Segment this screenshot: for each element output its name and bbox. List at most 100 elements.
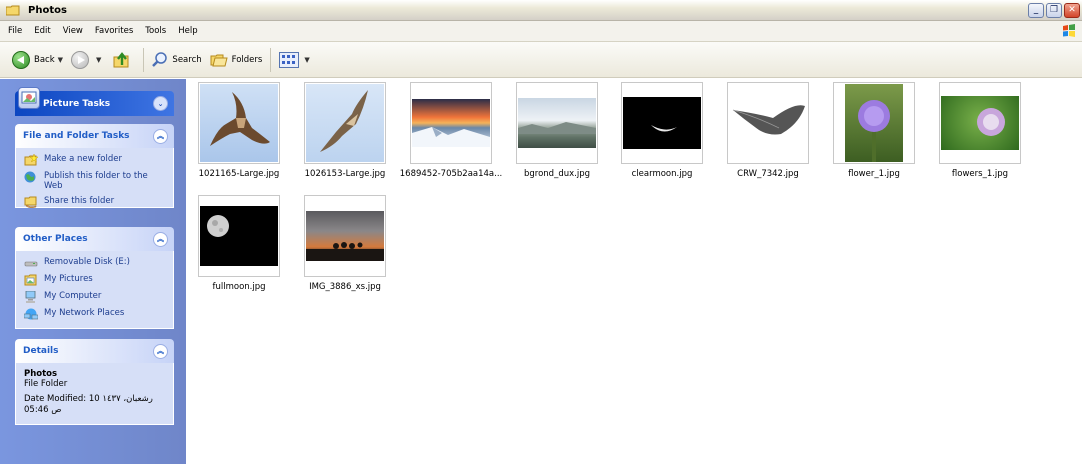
file-name: bgrond_dux.jpg — [524, 169, 590, 179]
file-folder-tasks-header[interactable]: File and Folder Tasks ︽ — [15, 124, 174, 148]
details-panel: Details ︽ Photos File Folder Date Modifi… — [15, 339, 174, 425]
file-name: flowers_1.jpg — [951, 169, 1009, 179]
menu-edit[interactable]: Edit — [28, 26, 56, 36]
picture-tasks-header[interactable]: Picture Tasks ⌄ — [15, 87, 174, 116]
file-name: CRW_7342.jpg — [737, 169, 799, 179]
views-button[interactable]: ▼ — [275, 47, 313, 73]
task-share-folder[interactable]: Share this folder — [24, 196, 167, 209]
my-computer-icon — [24, 290, 38, 303]
file-item[interactable]: CRW_7342.jpg — [727, 82, 809, 179]
menu-favorites[interactable]: Favorites — [89, 26, 139, 36]
collapse-chevron-icon[interactable]: ︽ — [153, 231, 168, 247]
file-item[interactable]: fullmoon.jpg — [198, 195, 280, 292]
picture-tasks-icon — [18, 87, 40, 109]
file-item[interactable]: 1021165-Large.jpg — [198, 82, 280, 179]
file-name: fullmoon.jpg — [212, 282, 266, 292]
task-publish-folder[interactable]: Publish this folder to the Web — [24, 171, 167, 191]
back-label: Back — [34, 54, 55, 65]
views-dropdown-icon[interactable]: ▼ — [304, 56, 309, 64]
file-item[interactable]: 1689452-705b2aa14a... — [400, 82, 502, 179]
task-make-new-folder[interactable]: Make a new folder — [24, 153, 167, 166]
task-label: Make a new folder — [44, 154, 122, 164]
details-header[interactable]: Details ︽ — [15, 339, 174, 363]
thumbnail-frame — [727, 82, 809, 164]
file-item[interactable]: flowers_1.jpg — [939, 82, 1021, 179]
search-icon — [152, 51, 168, 68]
file-folder-tasks-body: Make a new folder Publish this folder to… — [15, 148, 174, 209]
expand-chevron-icon[interactable]: ⌄ — [153, 96, 168, 111]
title-bar[interactable]: Photos _ ❐ ✕ — [0, 0, 1082, 21]
search-label: Search — [172, 54, 202, 65]
file-item[interactable]: clearmoon.jpg — [621, 82, 703, 179]
place-label: My Computer — [44, 291, 102, 301]
close-button[interactable]: ✕ — [1064, 3, 1080, 18]
feather-thumbnail — [729, 84, 807, 162]
place-label: Removable Disk (E:) — [44, 257, 130, 267]
collapse-chevron-icon[interactable]: ︽ — [153, 128, 168, 144]
thumbnail-frame — [516, 82, 598, 164]
details-date-modified: Date Modified: 10 رشعبان، ١٤٣٧ — [24, 394, 153, 404]
folders-label: Folders — [231, 54, 263, 65]
menu-bar: File Edit View Favorites Tools Help — [0, 21, 1082, 42]
restore-button[interactable]: ❐ — [1046, 3, 1062, 18]
share-folder-icon — [24, 196, 38, 209]
toolbar: Back ▼ ▼ Search Folders ▼ — [0, 42, 1082, 78]
windows-logo-icon — [1062, 24, 1076, 38]
menu-file[interactable]: File — [0, 26, 28, 36]
search-button[interactable]: Search — [148, 47, 205, 73]
forward-dropdown-icon[interactable]: ▼ — [96, 56, 101, 64]
views-grid-icon — [279, 51, 300, 68]
file-item[interactable]: bgrond_dux.jpg — [516, 82, 598, 179]
minimize-button[interactable]: _ — [1028, 3, 1044, 18]
sunset-snow-thumbnail — [412, 99, 490, 147]
task-label: Share this folder — [44, 196, 115, 206]
hawk-thumbnail — [200, 84, 278, 162]
file-name: 1689452-705b2aa14a... — [399, 169, 503, 179]
place-label: My Pictures — [44, 274, 93, 284]
back-arrow-icon — [12, 50, 30, 69]
forward-button[interactable]: ▼ — [67, 47, 105, 73]
details-folder-name: Photos — [24, 369, 58, 379]
forward-arrow-icon — [71, 50, 90, 69]
place-removable-disk[interactable]: Removable Disk (E:) — [24, 257, 167, 269]
removable-disk-icon — [24, 257, 38, 269]
details-body: Photos File Folder Date Modified: 10 رشع… — [15, 363, 174, 425]
collapse-chevron-icon[interactable]: ︽ — [153, 343, 168, 359]
details-title: Details — [23, 346, 59, 356]
file-name: clearmoon.jpg — [631, 169, 693, 179]
file-item[interactable]: IMG_3886_xs.jpg — [304, 195, 386, 292]
new-folder-icon — [24, 153, 39, 166]
thumbnail-frame — [198, 82, 280, 164]
thumbnail-frame — [833, 82, 915, 164]
thumbnail-frame — [198, 195, 280, 277]
landscape-thumbnail — [518, 98, 596, 148]
flower-bud-thumbnail — [941, 96, 1019, 150]
task-label: Publish this folder to the Web — [44, 171, 148, 191]
place-label: My Network Places — [44, 308, 125, 318]
up-folder-button[interactable] — [105, 47, 139, 73]
folders-icon — [210, 53, 228, 67]
menu-tools[interactable]: Tools — [139, 26, 172, 36]
folder-icon — [5, 5, 20, 16]
back-dropdown-icon[interactable]: ▼ — [58, 56, 63, 64]
sunset-trees-thumbnail — [306, 211, 384, 261]
place-my-computer[interactable]: My Computer — [24, 290, 167, 303]
place-my-pictures[interactable]: My Pictures — [24, 274, 167, 286]
menu-view[interactable]: View — [57, 26, 89, 36]
other-places-title: Other Places — [23, 234, 88, 244]
crescent-moon-thumbnail — [623, 97, 701, 149]
folders-button[interactable]: Folders — [206, 47, 267, 73]
file-item[interactable]: 1026153-Large.jpg — [304, 82, 386, 179]
back-button[interactable]: Back ▼ — [8, 47, 67, 73]
file-list-view[interactable]: 1021165-Large.jpg 1026153-Large.jpg 1689… — [186, 79, 1082, 464]
toolbar-separator — [143, 47, 145, 72]
place-my-network-places[interactable]: My Network Places — [23, 308, 167, 320]
purple-flower-thumbnail — [845, 84, 903, 162]
file-name: 1021165-Large.jpg — [198, 169, 280, 179]
my-pictures-icon — [24, 274, 38, 286]
full-moon-thumbnail — [200, 206, 278, 266]
thumbnail-frame — [410, 82, 492, 164]
other-places-header[interactable]: Other Places ︽ — [15, 227, 174, 251]
file-item[interactable]: flower_1.jpg — [833, 82, 915, 179]
menu-help[interactable]: Help — [172, 26, 203, 36]
